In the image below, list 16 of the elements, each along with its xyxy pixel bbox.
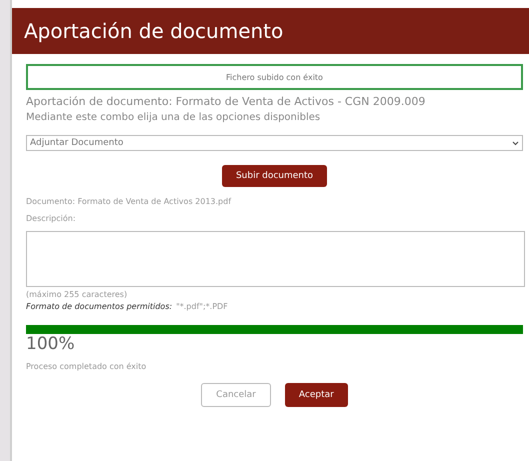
upload-button[interactable]: Subir documento	[222, 165, 328, 187]
character-limit: (máximo 255 caracteres)	[26, 290, 128, 299]
description-label: Descripción:	[26, 214, 77, 223]
option-select[interactable]: Adjuntar Documento	[26, 135, 523, 151]
accept-button[interactable]: Aceptar	[284, 383, 348, 407]
document-name: Documento: Formato de Venta de Activos 2013.pdf	[26, 197, 232, 206]
heading: Aportación de documento: Formato de Venta de Activos - CGN 2009.009	[26, 95, 426, 108]
status-message: Proceso completado con éxito	[26, 362, 148, 371]
instructions: Mediante este combo elija una de las opciones disponibles	[26, 112, 322, 123]
dialog-title: Aportación de documento	[24, 19, 284, 43]
progress-percent: 100%	[26, 334, 76, 354]
allowed-formats-label: Formato de documentos permitidos:	[26, 302, 172, 311]
description-field[interactable]	[26, 231, 525, 287]
success-alert: Fichero subido con éxito	[26, 64, 523, 90]
allowed-formats: "*.pdf";*.PDF	[176, 302, 228, 311]
chevron-down-icon	[512, 140, 519, 146]
